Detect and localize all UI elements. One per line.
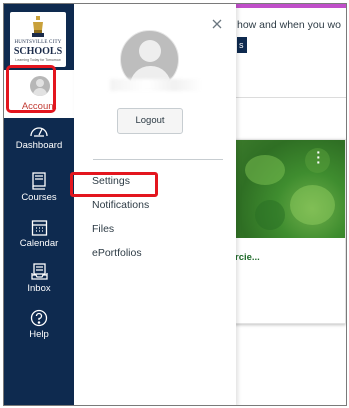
inbox-icon (30, 263, 48, 280)
nav-item-help[interactable]: Help (4, 309, 74, 340)
course-card-title[interactable]: rcie... (235, 252, 260, 263)
logout-button[interactable]: Logout (117, 108, 183, 134)
course-card[interactable]: · · · rcie... (234, 139, 346, 324)
bell-tower-icon (32, 16, 44, 37)
logo-tagline: Learning Today for Tomorrow (15, 58, 61, 62)
tray-divider (93, 159, 223, 160)
nav-item-calendar[interactable]: Calendar (4, 219, 74, 249)
logo-line-1: HUNTSVILLE CITY (14, 40, 62, 45)
nav-help-label: Help (29, 329, 49, 340)
nav-courses-label: Courses (21, 192, 57, 203)
nav-calendar-label: Calendar (19, 238, 59, 249)
nav-item-dashboard[interactable]: Dashboard (4, 122, 74, 151)
book-icon (32, 172, 46, 190)
account-tray: Logout Settings Notifications Files ePor… (74, 4, 236, 405)
nav-inbox-label: Inbox (27, 283, 51, 294)
tray-link-files[interactable]: Files (92, 223, 114, 235)
calendar-icon (31, 220, 47, 236)
nav-item-inbox[interactable]: Inbox (4, 263, 74, 294)
close-x-icon[interactable] (208, 15, 226, 33)
help-circle-icon (30, 309, 48, 327)
vertical-dots-icon[interactable]: · · · (316, 145, 321, 169)
nav-item-courses[interactable]: Courses (4, 172, 74, 203)
tray-link-notifications[interactable]: Notifications (92, 199, 149, 211)
dashboard-gauge-icon (30, 127, 48, 137)
account-highlight-box (6, 65, 56, 113)
school-logo[interactable]: HUNTSVILLE CITY SCHOOLS Learning Today f… (10, 12, 66, 67)
nav-dashboard-label: Dashboard (15, 140, 63, 151)
logo-line-2: SCHOOLS (13, 46, 63, 57)
banner-button[interactable]: s (237, 37, 247, 53)
user-name-redacted (110, 79, 202, 91)
course-card-image[interactable]: · · · (235, 140, 345, 238)
tray-link-eportfolios[interactable]: ePortfolios (92, 247, 142, 259)
settings-highlight-box (70, 172, 158, 197)
banner-message: how and when you wo (237, 19, 341, 31)
screenshot-frame: × how and when you wo s ··· rcie... HUNT… (3, 3, 347, 406)
